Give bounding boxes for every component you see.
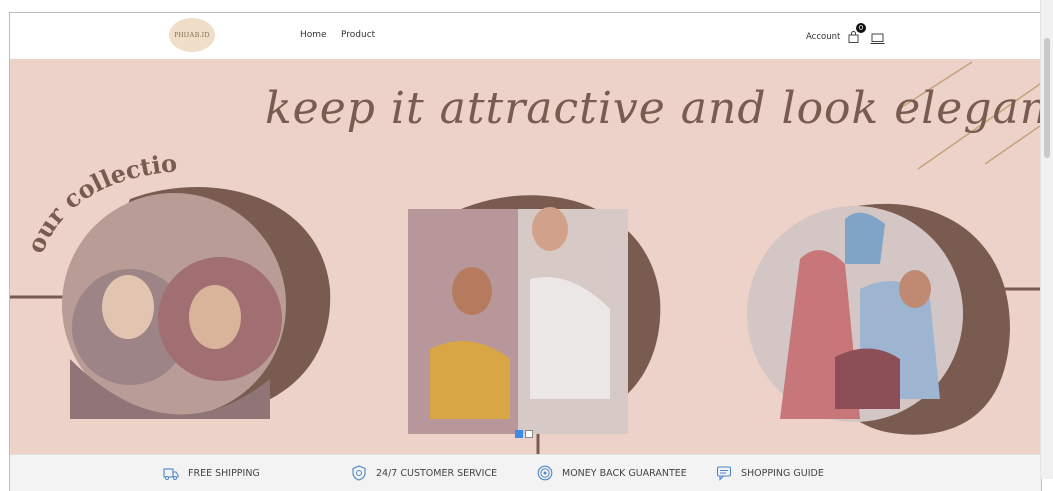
feature-label: MONEY BACK GUARANTEE [562,467,687,479]
coin-icon [537,465,553,481]
feature-free-shipping: FREE SHIPPING [163,465,260,481]
feature-money-back: MONEY BACK GUARANTEE [537,465,687,481]
feature-strip: FREE SHIPPING 24/7 CUSTOMER SERVICE MONE… [10,454,1041,491]
cart-count-badge: 0 [856,23,866,33]
truck-icon [163,468,179,480]
laptop-icon[interactable] [870,32,885,45]
collection-image-1[interactable] [62,187,331,419]
hero-banner[interactable]: our collection keep it attractive and lo… [10,59,1042,454]
scrollbar-thumb[interactable] [1044,38,1050,158]
navbar: PHIJAB.ID Home Product Account 0 [10,13,1041,59]
feature-label: FREE SHIPPING [188,467,260,479]
browser-page: PHIJAB.ID Home Product Account 0 our col… [9,12,1042,491]
nav-link-product[interactable]: Product [341,30,375,40]
vertical-scrollbar[interactable] [1040,0,1053,479]
feature-label: 24/7 CUSTOMER SERVICE [376,467,498,479]
hero-tagline: keep it attractive and look elegant [265,83,1042,134]
chat-icon [716,466,732,481]
shopping-bag-icon[interactable] [848,31,859,43]
feature-customer-service: 24/7 CUSTOMER SERVICE [351,465,497,481]
carousel-indicators [515,430,533,438]
shield-icon [352,465,366,481]
carousel-dot-2[interactable] [525,430,533,438]
collection-image-2[interactable] [408,195,661,434]
logo-text: PHIJAB.ID [174,31,210,39]
logo[interactable]: PHIJAB.ID [169,18,215,52]
feature-shopping-guide: SHOPPING GUIDE [716,465,824,481]
nav-link-home[interactable]: Home [300,30,327,40]
nav-link-account[interactable]: Account [806,32,840,42]
carousel-dot-1[interactable] [515,430,523,438]
collection-image-3[interactable] [747,203,1010,435]
feature-label: SHOPPING GUIDE [741,467,824,479]
